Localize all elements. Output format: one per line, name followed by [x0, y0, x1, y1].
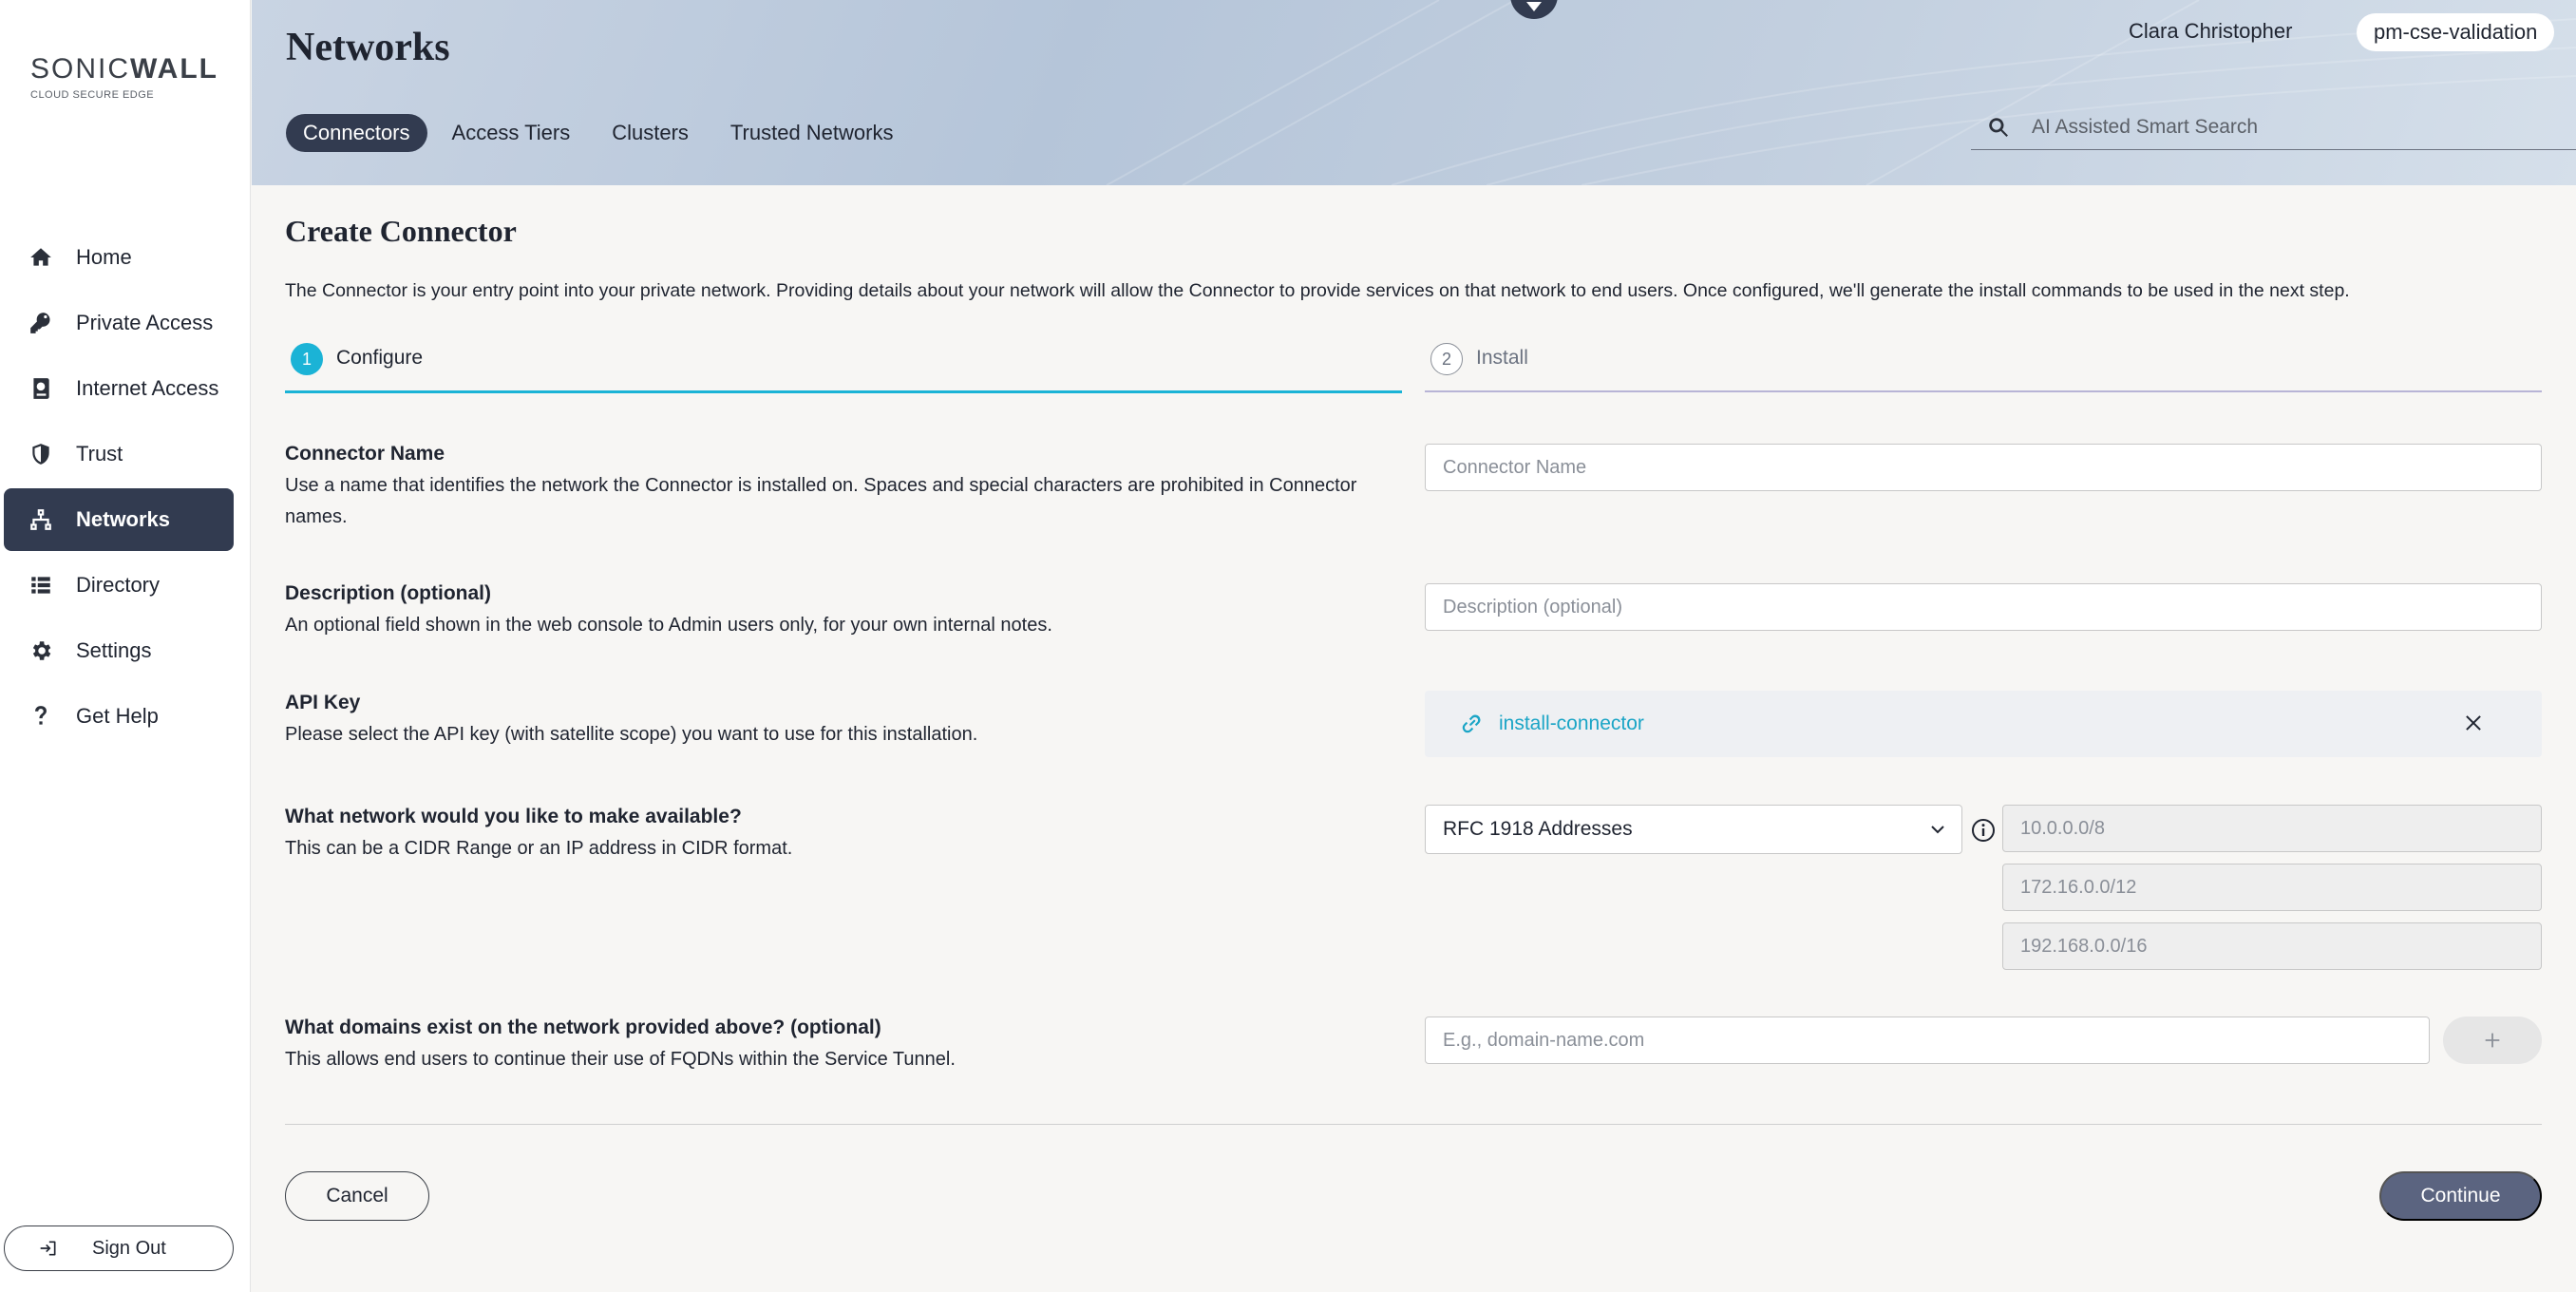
org-selector[interactable]: pm-cse-validation: [2357, 13, 2555, 51]
sidebar-item-label: Internet Access: [76, 376, 219, 400]
sign-out-label: Sign Out: [92, 1237, 166, 1259]
chevron-down-icon: [1526, 2, 1542, 11]
sidebar-item-private-access[interactable]: Private Access: [4, 292, 234, 354]
link-icon: [1459, 712, 1484, 736]
chevron-down-icon: [1929, 821, 1946, 838]
connector-name-label: Connector Name: [285, 443, 445, 465]
sidebar-item-internet-access[interactable]: Internet Access: [4, 357, 234, 420]
sidebar-item-networks[interactable]: Networks: [4, 488, 234, 551]
cidr-range-input: [2002, 864, 2542, 911]
tab-clusters[interactable]: Clusters: [595, 114, 706, 152]
sidebar-item-label: Settings: [76, 638, 152, 662]
sidebar-item-label: Get Help: [76, 704, 159, 728]
step-progress-bar: [285, 390, 1402, 393]
step-install[interactable]: 2 Install: [1425, 343, 2542, 392]
user-name[interactable]: Clara Christopher: [2129, 19, 2292, 44]
tab-trusted-networks[interactable]: Trusted Networks: [713, 114, 911, 152]
page-title: Networks: [286, 26, 450, 69]
home-icon: [25, 241, 57, 274]
step-number: 1: [291, 343, 323, 375]
domain-input[interactable]: [1425, 1016, 2430, 1064]
close-icon[interactable]: [2462, 712, 2485, 734]
sidebar-item-directory[interactable]: Directory: [4, 554, 234, 617]
continue-button[interactable]: Continue: [2379, 1171, 2542, 1221]
cidr-range-input: [2002, 922, 2542, 970]
sonicwall-logo[interactable]: SONICWALL CLOUD SECURE EDGE: [30, 53, 220, 110]
sidebar-nav: Home Private Access Internet Access Trus…: [4, 226, 234, 750]
step-progress-bar: [1425, 390, 2542, 392]
tab-access-tiers[interactable]: Access Tiers: [435, 114, 588, 152]
network-type-select[interactable]: RFC 1918 Addresses: [1425, 805, 1962, 854]
cancel-button[interactable]: Cancel: [285, 1171, 429, 1221]
sidebar-item-get-help[interactable]: Get Help: [4, 685, 234, 748]
network-icon: [25, 504, 57, 536]
sidebar-item-home[interactable]: Home: [4, 226, 234, 289]
domains-description: This allows end users to continue their …: [285, 1049, 956, 1070]
network-type-value: RFC 1918 Addresses: [1443, 818, 1633, 840]
form-divider: [285, 1124, 2542, 1125]
sidebar-item-settings[interactable]: Settings: [4, 619, 234, 682]
connector-name-input[interactable]: [1425, 444, 2542, 491]
sidebar-item-label: Trust: [76, 442, 123, 466]
cidr-range-input: [2002, 805, 2542, 852]
form-intro: The Connector is your entry point into y…: [285, 280, 2350, 301]
gear-icon: [25, 635, 57, 667]
smart-search: [1971, 104, 2576, 150]
sidebar: SONICWALL CLOUD SECURE EDGE Home Private…: [0, 0, 251, 1292]
globe-book-icon: [25, 372, 57, 405]
key-icon: [25, 307, 57, 339]
sign-out-button[interactable]: Sign Out: [4, 1226, 234, 1271]
description-label: Description (optional): [285, 582, 491, 604]
info-icon[interactable]: [1970, 817, 1997, 844]
connector-name-description: Use a name that identifies the network t…: [285, 475, 1357, 527]
logo-text-light: SONIC: [30, 53, 131, 85]
plus-icon: [2485, 1033, 2500, 1048]
step-label: Install: [1476, 347, 1528, 369]
sidebar-item-label: Private Access: [76, 311, 214, 334]
domains-label: What domains exist on the network provid…: [285, 1016, 881, 1038]
api-key-description: Please select the API key (with satellit…: [285, 724, 978, 745]
step-configure[interactable]: 1 Configure: [285, 343, 1402, 393]
add-domain-button[interactable]: [2443, 1016, 2542, 1064]
description-input[interactable]: [1425, 583, 2542, 631]
sidebar-item-label: Home: [76, 245, 132, 269]
page-header: Networks Connectors Access Tiers Cluster…: [252, 0, 2576, 185]
api-key-name[interactable]: install-connector: [1499, 712, 1644, 735]
tab-connectors[interactable]: Connectors: [286, 114, 427, 152]
step-label: Configure: [336, 347, 424, 369]
sign-out-icon: [40, 1241, 56, 1256]
network-label: What network would you like to make avai…: [285, 806, 742, 827]
form-title: Create Connector: [285, 214, 517, 248]
search-input[interactable]: [2032, 115, 2545, 139]
search-icon: [1989, 117, 2008, 137]
description-help: An optional field shown in the web conso…: [285, 615, 1052, 636]
question-icon: [25, 700, 57, 732]
sidebar-item-trust[interactable]: Trust: [4, 423, 234, 485]
shield-icon: [25, 438, 57, 470]
api-key-label: API Key: [285, 692, 361, 713]
network-description: This can be a CIDR Range or an IP addres…: [285, 838, 793, 859]
step-number: 2: [1430, 343, 1463, 375]
sidebar-item-label: Directory: [76, 573, 161, 597]
api-key-selection[interactable]: install-connector: [1425, 691, 2542, 757]
logo-text-bold: WALL: [130, 53, 218, 85]
sidebar-item-label: Networks: [76, 507, 171, 531]
header-tabs: Connectors Access Tiers Clusters Trusted…: [286, 114, 910, 152]
logo-subtitle: CLOUD SECURE EDGE: [30, 89, 155, 101]
list-icon: [25, 569, 57, 601]
